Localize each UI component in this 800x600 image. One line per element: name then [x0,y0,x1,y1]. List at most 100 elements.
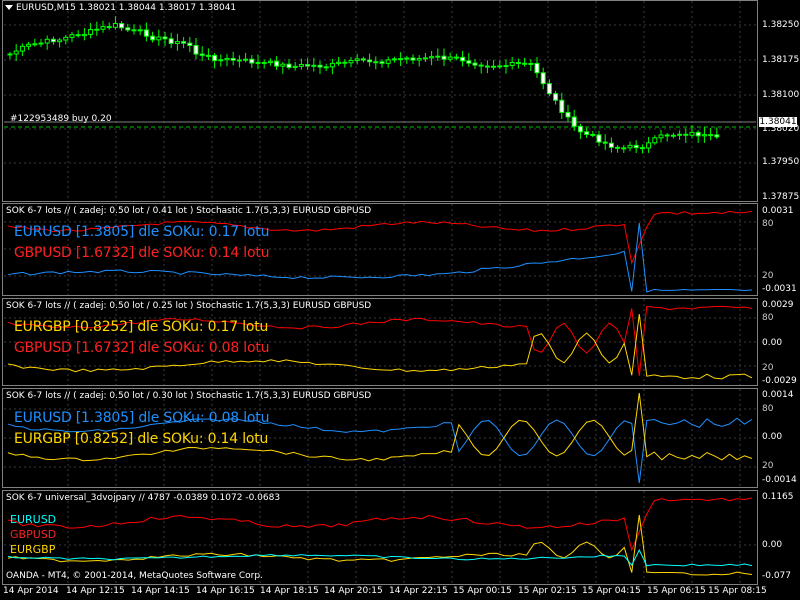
bear-candle [664,134,670,137]
bear-candle [540,72,546,85]
price-axis-label: 1.38250 [762,20,800,30]
bull-candle [336,61,342,64]
time-axis-label: 14 Apr 22:15 [389,586,448,596]
bear-candle [615,146,621,149]
bull-candle [701,134,707,137]
legend-eurusd: EURUSD [10,513,57,526]
pane-2-axis: 80 [762,313,774,323]
eurusd-line [7,548,753,567]
chart-menu-arrow-icon[interactable] [5,5,13,10]
pane-1-axis: -0.0031 [762,284,797,294]
bear-candle [342,61,348,64]
eurusd-lot-label: EURUSD [1.3805] dle SOKu: 0.17 lotu [14,224,270,240]
pane-1-axis: 0.0031 [762,206,794,216]
bull-candle [435,55,441,58]
bull-candle [677,133,683,136]
bull-candle [646,142,652,149]
time-axis-label: 14 Apr 18:15 [260,586,319,596]
bear-candle [522,62,528,65]
bull-candle [156,36,162,41]
time-axis-label: 15 Apr 08:15 [708,586,767,596]
chart-title: EURUSD,M15 1.38021 1.38044 1.38017 1.380… [16,3,237,13]
bear-candle [106,26,112,29]
legend-gbpusd: GBPUSD [10,528,57,541]
bear-candle [150,35,156,41]
bear-candle [708,134,714,137]
bear-candle [441,55,447,60]
bear-candle [584,131,590,135]
bear-candle [472,62,478,66]
bull-candle [26,43,32,47]
bear-candle [212,54,218,62]
bull-candle [298,64,304,67]
pane-1-axis: 80 [762,219,774,229]
eurusd-lot-label: EURUSD [1.3805] dle SOKu: 0.08 lotu [14,410,270,426]
universal-axis: 0.00 [762,540,783,550]
bull-candle [255,61,261,64]
bear-candle [193,44,199,55]
bull-candle [311,64,317,67]
eurgbp-line [7,392,753,462]
bull-candle [243,58,249,61]
bull-candle [621,147,627,150]
bull-candle [218,59,224,62]
bear-candle [367,59,373,63]
gbpusd-lot-label: GBPUSD [1.6732] dle SOKu: 0.08 lotu [14,340,270,356]
pane-2-axis: -0.0029 [762,376,797,386]
bear-candle [602,141,608,144]
bear-candle [373,61,379,64]
bull-candle [88,29,94,35]
bull-candle [354,58,360,61]
bull-candle [280,63,286,67]
bear-candle [571,116,577,127]
bull-candle [100,26,106,30]
bear-candle [453,56,459,59]
bear-candle [249,58,255,64]
price-axis-label: 1.38175 [762,55,800,65]
bull-candle [44,38,50,44]
time-axis-label: 14 Apr 16:15 [196,586,255,596]
indicator-pane-3-header: SOK 6-7 lots // ( zadej: 0.50 lot / 0.30… [6,391,372,401]
price-chart[interactable] [0,0,800,202]
bull-candle [267,60,273,64]
bear-candle [565,111,571,118]
bull-candle [348,59,354,64]
bear-candle [162,36,168,40]
pane-3-axis: 20 [762,461,774,471]
bear-candle [553,93,559,101]
bull-candle [658,134,664,139]
bear-candle [125,27,131,31]
bull-candle [670,134,676,137]
bear-candle [596,134,602,143]
gbpusd-lot-label: GBPUSD [1.6732] dle SOKu: 0.14 lotu [14,245,270,261]
bull-candle [292,65,298,68]
bear-candle [181,41,187,44]
time-axis-label: 15 Apr 04:15 [582,586,641,596]
bull-candle [385,59,391,64]
pane-3-axis: 0.00 [762,432,783,442]
bull-candle [236,59,242,62]
bull-candle [63,36,69,41]
pane-1-axis: 20 [762,271,774,281]
bear-candle [137,29,143,32]
bear-candle [274,60,280,67]
bull-candle [38,42,44,45]
bear-candle [305,64,311,67]
universal-axis: 0.1165 [762,492,794,502]
time-axis-label: 15 Apr 00:15 [453,586,512,596]
bull-candle [19,45,25,52]
bear-candle [460,56,466,62]
eurgbp-lot-label: EURGBP [0.8252] dle SOKu: 0.14 lotu [14,431,269,447]
bull-candle [13,50,19,55]
pane-3-axis: 0.0014 [762,390,794,400]
bear-candle [360,58,366,61]
bear-candle [75,34,81,37]
bull-candle [391,58,397,61]
bull-candle [224,57,230,61]
bull-candle [174,41,180,44]
bull-candle [323,66,329,69]
order-label[interactable]: #122953489 buy 0.20 [10,114,112,124]
bull-candle [509,61,515,67]
bull-candle [503,65,509,68]
time-axis-label: 15 Apr 02:15 [518,586,577,596]
